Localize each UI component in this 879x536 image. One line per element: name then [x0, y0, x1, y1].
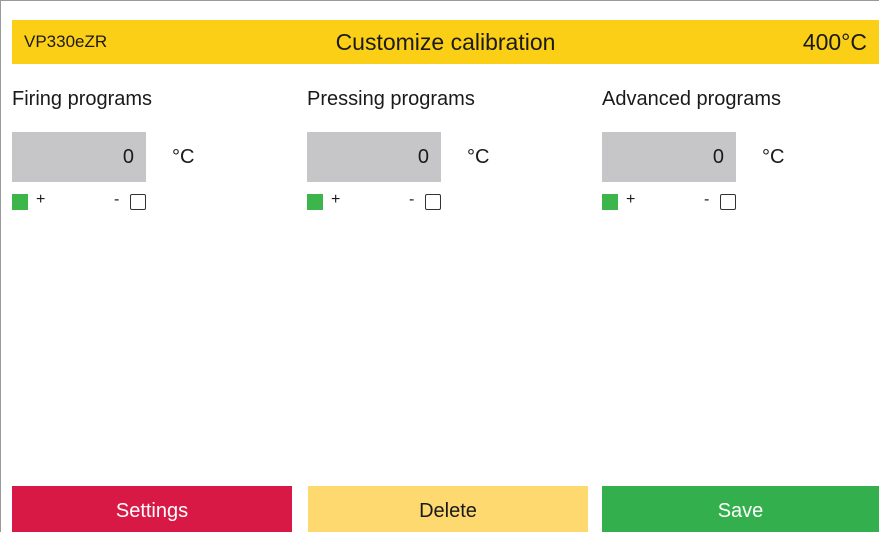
pressing-minus-label[interactable]: -: [409, 191, 414, 209]
advanced-unit-label: °C: [762, 146, 785, 168]
firing-minus-label[interactable]: -: [114, 191, 119, 209]
advanced-plus-label[interactable]: +: [626, 191, 635, 209]
firing-plus-indicator[interactable]: [12, 194, 28, 210]
firing-calibration-value[interactable]: 0: [12, 132, 146, 182]
firing-programs-label: Firing programs: [12, 88, 153, 110]
firing-plus-label[interactable]: +: [36, 191, 45, 209]
save-button[interactable]: Save: [602, 486, 879, 532]
settings-button[interactable]: Settings: [12, 486, 292, 532]
page-title: Customize calibration: [335, 29, 556, 55]
delete-button[interactable]: Delete: [308, 486, 588, 532]
pressing-plus-indicator[interactable]: [307, 194, 323, 210]
screen-frame: [0, 0, 879, 532]
firing-unit-label: °C: [172, 146, 195, 168]
advanced-minus-label[interactable]: -: [704, 191, 709, 209]
pressing-calibration-value[interactable]: 0: [307, 132, 441, 182]
current-temperature: 400°C: [802, 29, 867, 55]
firing-minus-checkbox[interactable]: [130, 194, 146, 210]
advanced-programs-section: Advanced programs 0 °C + -: [602, 84, 879, 224]
pressing-unit-label: °C: [467, 146, 490, 168]
firing-programs-section: Firing programs 0 °C + -: [12, 84, 292, 224]
header-bar: VP330eZR Customize calibration 400°C: [12, 20, 879, 64]
advanced-minus-checkbox[interactable]: [720, 194, 736, 210]
advanced-calibration-value[interactable]: 0: [602, 132, 736, 182]
advanced-programs-label: Advanced programs: [602, 88, 781, 110]
advanced-plus-indicator[interactable]: [602, 194, 618, 210]
pressing-plus-label[interactable]: +: [331, 191, 340, 209]
pressing-minus-checkbox[interactable]: [425, 194, 441, 210]
pressing-programs-label: Pressing programs: [307, 88, 475, 110]
pressing-programs-section: Pressing programs 0 °C + -: [307, 84, 587, 224]
